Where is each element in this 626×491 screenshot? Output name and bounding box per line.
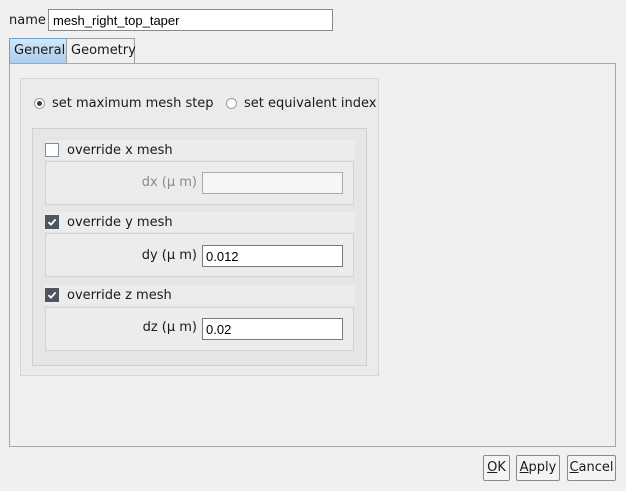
name-input[interactable] [48,9,333,31]
override-x-label: override x mesh [67,142,173,158]
override-x-mesh-row[interactable]: override x mesh [45,140,355,160]
override-z-mesh-row[interactable]: override z mesh [45,285,355,305]
dz-label: dz (μ m) [142,320,197,335]
radio-button[interactable] [226,97,237,109]
radio-dot-icon [37,100,42,106]
ok-mnemonic: O [487,460,498,475]
tab-general[interactable]: General [9,38,67,64]
dy-input[interactable] [202,245,343,267]
radio-set-max-mesh-step[interactable]: set maximum mesh step [34,95,214,111]
override-y-checkbox[interactable] [45,215,59,229]
override-y-mesh-row[interactable]: override y mesh [45,212,355,232]
dx-label: dx (μ m) [141,175,197,190]
dx-input[interactable] [202,172,343,194]
radio-set-equivalent-index[interactable]: set equivalent index [226,95,376,111]
override-z-label: override z mesh [67,287,172,303]
dz-input[interactable] [202,318,343,340]
apply-label: pply [528,460,557,475]
ok-button[interactable]: OK [483,455,510,481]
radio-label: set equivalent index [244,95,377,111]
override-y-label: override y mesh [67,214,173,230]
ok-label: K [497,460,506,475]
apply-mnemonic: A [519,460,529,475]
cancel-mnemonic: C [569,460,579,475]
cancel-label: ancel [578,460,614,475]
cancel-button[interactable]: Cancel [567,455,616,481]
radio-label: set maximum mesh step [52,95,214,111]
checkmark-icon [47,291,57,299]
name-label: name [9,13,46,28]
tab-geometry[interactable]: Geometry [66,38,136,64]
checkmark-icon [47,218,57,226]
dy-label: dy (μ m) [141,248,197,263]
override-z-checkbox[interactable] [45,288,59,302]
radio-button[interactable] [34,97,45,109]
apply-button[interactable]: Apply [516,455,560,481]
override-x-checkbox[interactable] [45,143,59,157]
